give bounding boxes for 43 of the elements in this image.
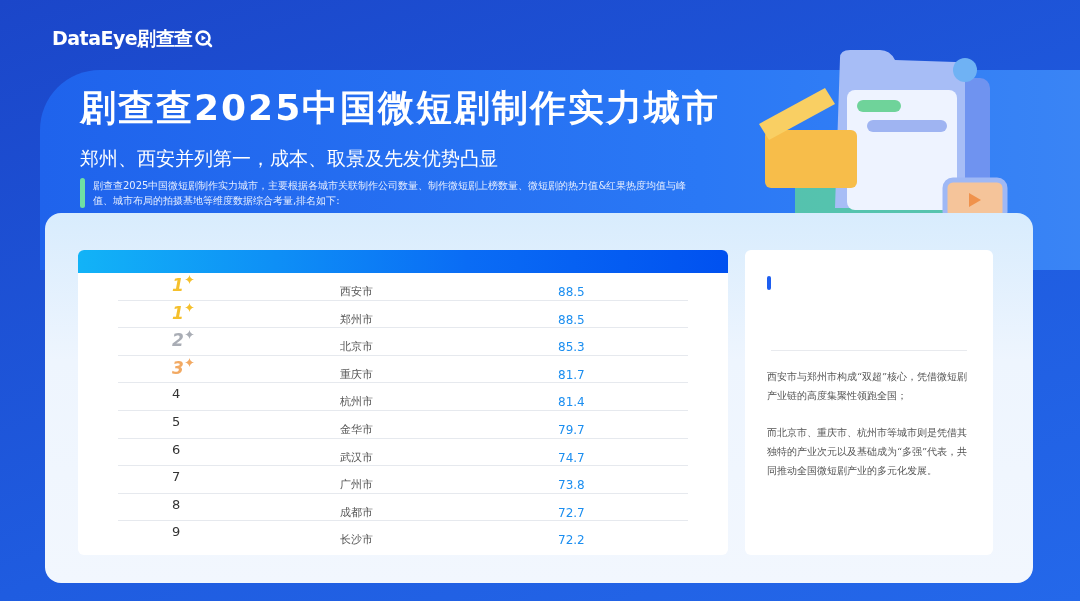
sparkle-icon [184,302,194,312]
score-value: 72.2 [558,533,586,548]
city-name: 长沙市 [340,532,374,548]
accent-marker [767,276,771,290]
score-value: 72.7 [558,505,586,520]
score-value: 73.8 [558,478,586,493]
city-name: 重庆市 [340,366,374,382]
page-title: 剧查查2025中国微短剧制作实力城市 [80,86,722,130]
city-name: 杭州市 [340,394,374,410]
score-value: 79.7 [558,422,586,437]
rank-number: 2 [172,330,184,351]
city-name: 北京市 [340,339,374,355]
rank-number: 8 [172,495,181,514]
rank-number: 6 [172,440,181,459]
score-value: 88.5 [558,312,586,327]
score-value: 88.5 [558,285,586,299]
score-value: 74.7 [558,450,586,465]
score-value: 81.7 [558,367,586,382]
rank-number: 4 [172,385,181,404]
city-name: 成都市 [340,504,374,520]
city-name: 西安市 [340,284,374,299]
rank-number: 3 [172,357,184,378]
city-name: 武汉市 [340,449,374,465]
city-name: 郑州市 [340,311,374,327]
rank-number: 9 [172,523,181,542]
city-name: 广州市 [340,477,374,493]
rank-number: 1 [172,302,184,323]
sparkle-icon [184,357,194,367]
rank-number: 7 [172,468,181,487]
sparkle-icon [184,275,194,284]
subtitle: 郑州、西安并列第一，成本、取景及先发优势凸显 [80,146,498,170]
summary-paragraph: 而北京市、重庆市、杭州市等城市则是凭借其独特的产业次元以及基础成为“多强”代表，共同推动全国微短剧产业的多元化发展。 [767,426,969,478]
city-name: 金华市 [340,421,374,437]
score-value: 81.4 [558,395,586,410]
sparkle-icon [184,330,194,340]
score-value: 85.3 [558,340,586,355]
brand-logo: DataEye剧查查 [52,26,193,51]
play-magnifier-icon [194,30,213,48]
description: 剧查查2025中国微短剧制作实力城市，主要根据各城市关联制作公司数量、制作微短剧上榜数量、微短剧的热力值&红果热度均值与峰值、城市布局的拍摄基地等维度数据综合考量,排名如下: [93,179,688,208]
summary-paragraph: 西安市与郑州市构成“双超”核心，凭借微短剧产业链的高度集聚性领跑全国； [767,370,969,403]
rank-number: 1 [172,275,184,295]
rank-number: 5 [172,412,181,431]
accent-bar [80,178,85,208]
